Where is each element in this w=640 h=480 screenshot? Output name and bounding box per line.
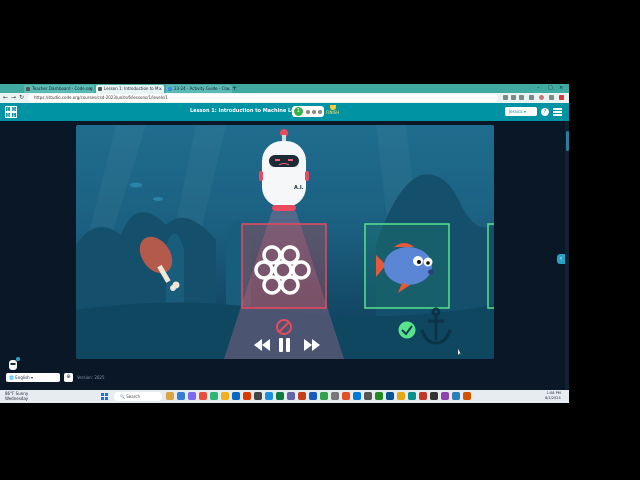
edge-icon[interactable] xyxy=(353,392,361,400)
taskbar-app-icon[interactable] xyxy=(419,392,427,400)
code-org-favicon-icon xyxy=(98,87,102,91)
ai-for-oceans-game[interactable]: A.I. xyxy=(76,125,494,359)
taskbar-clock[interactable]: 1:08 PM 8/1/2024 xyxy=(545,391,561,401)
help-icon[interactable]: ? xyxy=(541,108,549,116)
accept-check-icon xyxy=(398,321,416,339)
taskbar-app-icon[interactable] xyxy=(331,392,339,400)
taskbar-app-icon[interactable] xyxy=(408,392,416,400)
language-select[interactable]: 🌐 English ▾ xyxy=(6,373,60,382)
browser-menu-icon[interactable] xyxy=(549,95,554,100)
taskbar-app-icon[interactable] xyxy=(265,392,273,400)
taskbar-app-icon[interactable] xyxy=(441,392,449,400)
level-dot[interactable] xyxy=(312,110,316,114)
finish-trophy[interactable]: FINISH xyxy=(326,105,339,115)
taskbar-app-icon[interactable] xyxy=(210,392,218,400)
extensions-icon[interactable] xyxy=(511,95,516,100)
logo-letter-e: E xyxy=(11,112,17,118)
code-org-logo[interactable]: C O D E xyxy=(5,106,17,118)
pause-icon xyxy=(279,338,283,352)
maximize-window-button[interactable]: □ xyxy=(548,84,553,93)
windows-taskbar: 86°F Sunny Wednesday 🔍 Search 1:08 PM 8/… xyxy=(0,390,569,403)
scrollbar-thumb[interactable] xyxy=(565,131,569,151)
taskbar-app-icon[interactable] xyxy=(177,392,185,400)
taskbar-app-icon[interactable] xyxy=(430,392,438,400)
downloads-icon[interactable] xyxy=(519,95,524,100)
taskbar-app-icon[interactable] xyxy=(397,392,405,400)
level-progress: 1 xyxy=(292,106,324,117)
minimize-window-button[interactable]: – xyxy=(537,84,540,93)
ai-robot: A.I. xyxy=(259,129,309,211)
level-dot[interactable] xyxy=(318,110,322,114)
chrome-icon[interactable] xyxy=(221,392,229,400)
screen: Teacher Dashboard - Code.org × Lesson 1:… xyxy=(0,84,569,403)
word-icon[interactable] xyxy=(309,392,317,400)
hamburger-menu-icon[interactable] xyxy=(553,108,562,116)
game-scene: A.I. xyxy=(76,125,494,359)
close-window-button[interactable]: × xyxy=(559,84,563,93)
new-tab-button[interactable]: + xyxy=(232,85,237,93)
content-area: A.I. ‹ 🌐 English ▾ ⊕ Version: 2025 xyxy=(0,121,569,403)
ai-bot-badge-icon[interactable] xyxy=(6,357,20,371)
version-text: Version: 2025 xyxy=(77,375,105,380)
robot-body xyxy=(262,141,306,207)
robot-face-screen xyxy=(269,155,299,167)
taskbar-app-icon[interactable] xyxy=(298,392,306,400)
code-org-favicon-icon xyxy=(26,87,30,91)
side-panel-toggle-chevron-icon[interactable]: ‹ xyxy=(557,254,565,264)
reload-icon[interactable]: ↻ xyxy=(19,94,24,102)
taskbar-app-icon[interactable] xyxy=(375,392,383,400)
page-scrollbar[interactable] xyxy=(565,121,569,403)
background-fish-icon xyxy=(153,197,163,201)
profile-avatar-icon[interactable] xyxy=(539,95,544,100)
taskbar-app-icon[interactable] xyxy=(364,392,372,400)
taskbar-app-icon[interactable] xyxy=(232,392,240,400)
file-explorer-icon[interactable] xyxy=(166,392,174,400)
language-globe-button[interactable]: ⊕ xyxy=(64,373,73,382)
taskbar-app-icon[interactable] xyxy=(320,392,328,400)
taskbar-search[interactable]: 🔍 Search xyxy=(114,392,162,401)
bookmark-star-icon[interactable] xyxy=(503,95,508,100)
taskbar-app-icon[interactable] xyxy=(276,392,284,400)
docs-favicon-icon xyxy=(168,87,172,91)
update-badge-icon[interactable] xyxy=(559,95,564,100)
close-tab-icon[interactable]: × xyxy=(89,85,92,93)
address-bar[interactable]: https://studio.code.org/courses/csd-2023… xyxy=(28,94,498,102)
forward-arrow-icon[interactable]: → xyxy=(11,94,16,102)
browser-toolbar: ← → ↻ https://studio.code.org/courses/cs… xyxy=(0,93,569,103)
browser-tab-strip: Teacher Dashboard - Code.org × Lesson 1:… xyxy=(0,84,569,93)
taskbar-app-icon[interactable] xyxy=(254,392,262,400)
level-dot[interactable] xyxy=(306,110,310,114)
taskbar-app-icon[interactable] xyxy=(386,392,394,400)
current-level-bubble[interactable]: 1 xyxy=(294,107,303,116)
sidebar-icon[interactable] xyxy=(529,95,534,100)
browser-tab-teacher-dashboard[interactable]: Teacher Dashboard - Code.org × xyxy=(24,85,94,93)
back-arrow-icon[interactable]: ← xyxy=(3,94,8,102)
taskbar-app-icon[interactable] xyxy=(342,392,350,400)
robot-label: A.I. xyxy=(294,185,304,191)
teams-icon[interactable] xyxy=(287,392,295,400)
app-header: C O D E Lesson 1: Introduction to Machin… xyxy=(0,103,569,121)
taskbar-app-icon[interactable] xyxy=(463,392,471,400)
taskbar-app-icon[interactable] xyxy=(188,392,196,400)
close-tab-icon[interactable]: × xyxy=(227,85,230,93)
browser-tab-lesson[interactable]: Lesson 1: Introduction to M... × xyxy=(96,85,164,93)
close-tab-icon[interactable]: × xyxy=(159,85,162,93)
browser-tab-activity-guide[interactable]: 23-24 - Activity Guide - Clo... × xyxy=(166,85,232,93)
taskbar-app-icon[interactable] xyxy=(199,392,207,400)
windows-start-icon[interactable] xyxy=(101,393,108,400)
rejected-item-box xyxy=(242,224,326,308)
account-dropdown[interactable]: Jessica ▾ xyxy=(505,107,537,116)
background-fish-icon xyxy=(130,182,142,188)
robot-scanner-base xyxy=(272,205,296,211)
taskbar-app-icon[interactable] xyxy=(243,392,251,400)
taskbar-app-icon[interactable] xyxy=(452,392,460,400)
weather-widget[interactable]: 86°F Sunny Wednesday xyxy=(5,391,28,401)
